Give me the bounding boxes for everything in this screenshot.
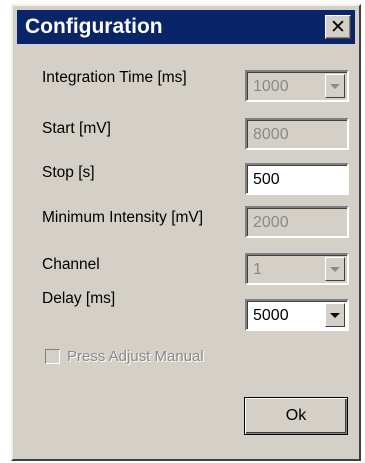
- stop-label: Stop [s]: [42, 164, 95, 181]
- configuration-dialog: Configuration ✕ Integration Time [ms] 10…: [11, 4, 361, 461]
- title-bar[interactable]: Configuration ✕: [17, 10, 355, 44]
- delay-dropdown-button[interactable]: [325, 303, 345, 327]
- close-button[interactable]: ✕: [325, 15, 351, 39]
- ok-button-label: Ok: [285, 407, 307, 424]
- delay-value: 5000: [253, 307, 289, 324]
- channel-value: 1: [253, 261, 262, 278]
- press-adjust-manual-option: Press Adjust Manual: [45, 348, 204, 365]
- delay-label: Delay [ms]: [42, 290, 116, 307]
- channel-label: Channel: [42, 256, 100, 273]
- chevron-down-icon: [330, 83, 340, 89]
- minimum-intensity-value: 2000: [253, 214, 289, 231]
- delay-dropdown[interactable]: 5000: [245, 299, 349, 331]
- channel-dropdown: 1: [245, 253, 349, 285]
- window-title: Configuration: [25, 15, 163, 38]
- integration-time-dropdown-button: [325, 74, 345, 98]
- chevron-down-icon: [330, 266, 340, 272]
- start-field: 8000: [245, 118, 349, 150]
- press-adjust-manual-checkbox: [45, 349, 60, 364]
- ok-button[interactable]: Ok: [244, 397, 348, 435]
- integration-time-label: Integration Time [ms]: [42, 69, 187, 86]
- stop-value: 500: [253, 171, 280, 188]
- integration-time-dropdown: 1000: [245, 70, 349, 102]
- start-value: 8000: [253, 126, 289, 143]
- chevron-down-icon: [330, 312, 340, 318]
- integration-time-value: 1000: [253, 78, 289, 95]
- stop-field[interactable]: 500: [245, 163, 349, 195]
- press-adjust-manual-label: Press Adjust Manual: [67, 348, 204, 365]
- close-icon: ✕: [330, 16, 346, 38]
- minimum-intensity-field: 2000: [245, 206, 349, 238]
- channel-dropdown-button: [325, 257, 345, 281]
- minimum-intensity-label: Minimum Intensity [mV]: [42, 209, 204, 226]
- start-label: Start [mV]: [42, 120, 111, 137]
